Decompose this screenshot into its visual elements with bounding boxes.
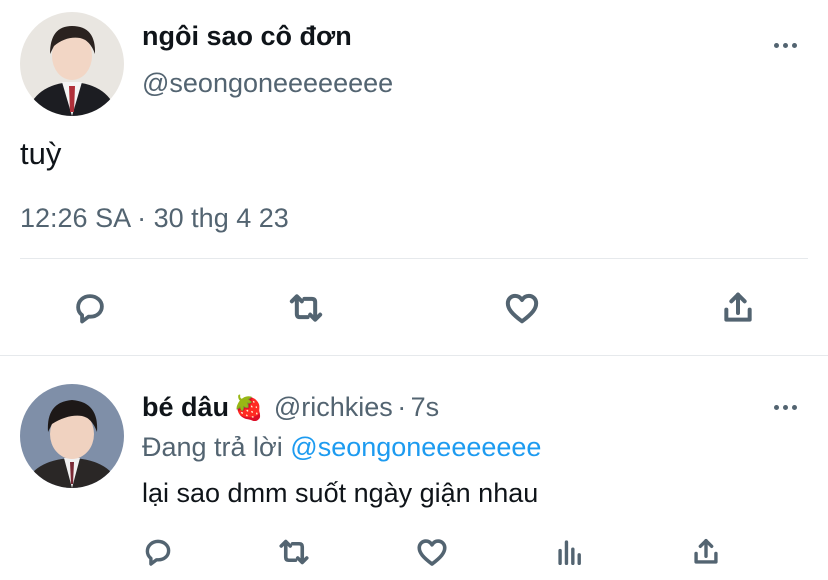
strawberry-emoji: 🍓	[233, 395, 264, 422]
reply-author-handle[interactable]: @richkies	[274, 392, 393, 422]
share-icon[interactable]	[686, 534, 726, 570]
like-icon[interactable]	[412, 534, 452, 570]
divider	[20, 258, 808, 259]
reply-author-avatar[interactable]	[20, 384, 124, 488]
reply-author-name[interactable]: bé dâu	[142, 392, 229, 422]
reply-text: lại sao dmm suốt ngày giận nhau	[142, 478, 539, 508]
tweet-timestamp[interactable]: 12:26 SA · 30 thg 4 23	[20, 203, 289, 234]
more-options-icon[interactable]	[774, 405, 797, 410]
tweet-time: 12:26 SA	[20, 203, 130, 233]
meta-separator: ·	[137, 203, 147, 233]
reply-icon[interactable]	[138, 534, 178, 570]
more-options-icon[interactable]	[774, 43, 797, 48]
author-name[interactable]: ngôi sao cô đơn	[142, 21, 352, 52]
replying-to-mention[interactable]: @seongoneeeeeeee	[290, 432, 541, 462]
replying-to: Đang trả lời @seongoneeeeeeee	[142, 432, 541, 463]
reply-icon[interactable]	[66, 284, 114, 332]
meta-separator: ·	[397, 392, 407, 422]
reply-time[interactable]: 7s	[411, 392, 440, 422]
retweet-icon[interactable]	[274, 534, 314, 570]
reply-header: bé dâu 🍓 @richkies · 7s	[142, 392, 439, 423]
like-icon[interactable]	[498, 284, 546, 332]
share-icon[interactable]	[714, 284, 762, 332]
divider	[0, 355, 828, 356]
retweet-icon[interactable]	[282, 284, 330, 332]
analytics-icon[interactable]	[550, 534, 590, 570]
tweet-text: tuỳ	[20, 136, 62, 171]
tweet-date: 30 thg 4 23	[153, 203, 289, 233]
author-avatar[interactable]	[20, 12, 124, 116]
replying-label: Đang trả lời	[142, 432, 283, 462]
author-handle[interactable]: @seongoneeeeeeee	[142, 68, 393, 99]
